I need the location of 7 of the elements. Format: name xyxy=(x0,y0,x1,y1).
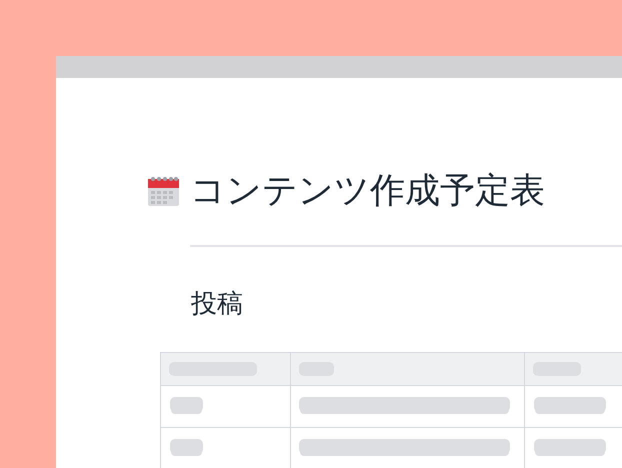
section-heading: 投稿 xyxy=(191,288,244,321)
skeleton-bar xyxy=(170,439,203,454)
skeleton-bar xyxy=(534,439,606,454)
skeleton-bar xyxy=(534,397,606,412)
page-title: コンテンツ作成予定表 xyxy=(190,170,545,212)
skeleton-bar xyxy=(170,397,203,412)
calendar-icon xyxy=(148,176,179,206)
